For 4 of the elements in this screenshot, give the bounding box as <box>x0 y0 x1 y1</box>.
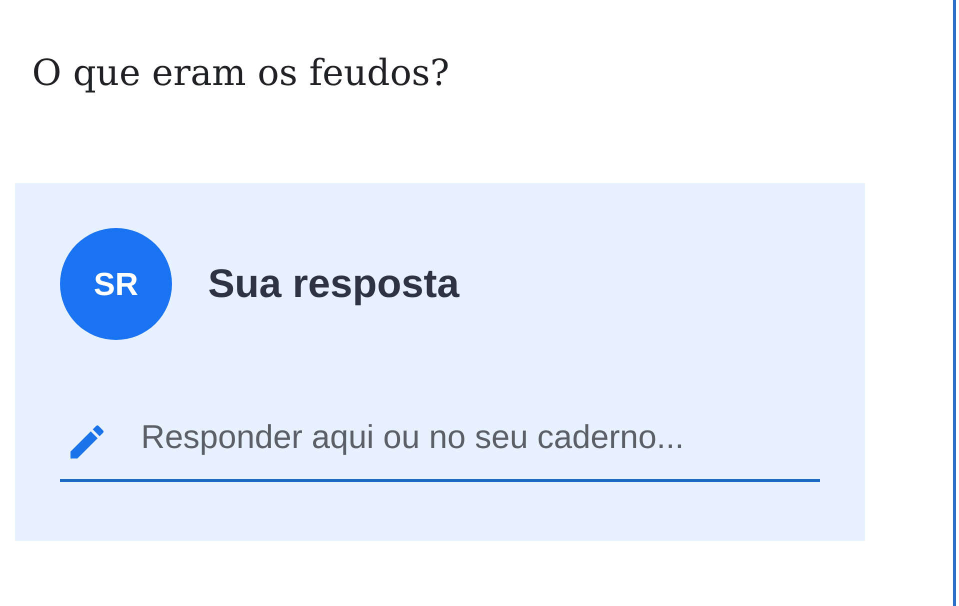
question-text: O que eram os feudos? <box>32 52 450 96</box>
avatar: SR <box>60 228 172 340</box>
card-title: Sua resposta <box>208 261 460 308</box>
answer-input[interactable]: Responder aqui ou no seu caderno... <box>141 412 801 462</box>
